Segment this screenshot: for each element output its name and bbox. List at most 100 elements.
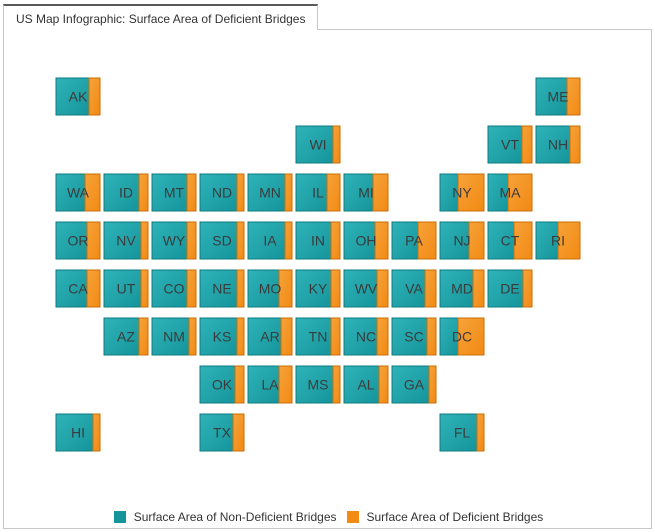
tile-label-nc: NC (356, 329, 376, 345)
tile-ri[interactable]: RI (535, 221, 581, 260)
tile-nj[interactable]: NJ (439, 221, 485, 260)
bar-deficient-la[interactable] (278, 365, 293, 404)
tile-nh[interactable]: NH (535, 125, 581, 164)
bar-deficient-de[interactable] (522, 269, 533, 308)
bar-deficient-ne[interactable] (236, 269, 245, 308)
tile-co[interactable]: CO (151, 269, 197, 308)
bar-deficient-al[interactable] (378, 365, 389, 404)
tile-nc[interactable]: NC (343, 317, 389, 356)
tile-md[interactable]: MD (439, 269, 485, 308)
bar-deficient-ar[interactable] (280, 317, 293, 356)
bar-deficient-mt[interactable] (186, 173, 197, 212)
bar-deficient-sc[interactable] (426, 317, 437, 356)
bar-deficient-ok[interactable] (234, 365, 245, 404)
bar-deficient-ca[interactable] (86, 269, 101, 308)
tile-wa[interactable]: WA (55, 173, 101, 212)
tile-ne[interactable]: NE (199, 269, 245, 308)
bar-deficient-tn[interactable] (330, 317, 341, 356)
tile-la[interactable]: LA (247, 365, 293, 404)
bar-deficient-nj[interactable] (468, 221, 485, 260)
tile-sd[interactable]: SD (199, 221, 245, 260)
tile-ar[interactable]: AR (247, 317, 293, 356)
tile-vt[interactable]: VT (487, 125, 533, 164)
tile-tn[interactable]: TN (295, 317, 341, 356)
tile-ky[interactable]: KY (295, 269, 341, 308)
bar-deficient-ak[interactable] (88, 77, 101, 116)
tile-ia[interactable]: IA (247, 221, 293, 260)
bar-deficient-ks[interactable] (236, 317, 245, 356)
tile-ma[interactable]: MA (487, 173, 533, 212)
bar-deficient-ut[interactable] (140, 269, 149, 308)
tile-nm[interactable]: NM (151, 317, 197, 356)
tile-ak[interactable]: AK (55, 77, 101, 116)
tile-ms[interactable]: MS (295, 365, 341, 404)
bar-deficient-nm[interactable] (188, 317, 197, 356)
tile-sc[interactable]: SC (391, 317, 437, 356)
tile-fl[interactable]: FL (439, 413, 485, 452)
bar-deficient-id[interactable] (138, 173, 149, 212)
tile-nv[interactable]: NV (103, 221, 149, 260)
tile-label-ks: KS (213, 329, 232, 345)
bar-deficient-hi[interactable] (92, 413, 101, 452)
bar-deficient-wi[interactable] (332, 125, 341, 164)
tile-wy[interactable]: WY (151, 221, 197, 260)
bar-deficient-me[interactable] (566, 77, 581, 116)
bar-deficient-ga[interactable] (428, 365, 437, 404)
bar-deficient-ia[interactable] (284, 221, 293, 260)
tile-in[interactable]: IN (295, 221, 341, 260)
tile-wi[interactable]: WI (295, 125, 341, 164)
bar-deficient-co[interactable] (186, 269, 197, 308)
tile-id[interactable]: ID (103, 173, 149, 212)
tile-nd[interactable]: ND (199, 173, 245, 212)
tile-de[interactable]: DE (487, 269, 533, 308)
bar-deficient-ms[interactable] (332, 365, 341, 404)
bar-deficient-oh[interactable] (374, 221, 389, 260)
tab-us-map-infographic[interactable]: US Map Infographic: Surface Area of Defi… (3, 4, 319, 30)
bar-deficient-nv[interactable] (140, 221, 149, 260)
tile-wv[interactable]: WV (343, 269, 389, 308)
tile-oh[interactable]: OH (343, 221, 389, 260)
bar-deficient-mi[interactable] (372, 173, 389, 212)
bar-deficient-tx[interactable] (232, 413, 245, 452)
tile-tx[interactable]: TX (199, 413, 245, 452)
bar-deficient-vt[interactable] (521, 125, 533, 164)
bar-deficient-mn[interactable] (284, 173, 293, 212)
bar-deficient-az[interactable] (138, 317, 149, 356)
tile-ct[interactable]: CT (487, 221, 533, 260)
bar-deficient-wv[interactable] (376, 269, 389, 308)
tile-or[interactable]: OR (55, 221, 101, 260)
bar-deficient-or[interactable] (86, 221, 101, 260)
tile-ut[interactable]: UT (103, 269, 149, 308)
bar-deficient-sd[interactable] (236, 221, 245, 260)
tile-dc[interactable]: DC (439, 317, 485, 356)
tile-mt[interactable]: MT (151, 173, 197, 212)
tile-al[interactable]: AL (343, 365, 389, 404)
tile-va[interactable]: VA (391, 269, 437, 308)
legend-item-deficient[interactable]: Surface Area of Deficient Bridges (346, 510, 543, 524)
tile-ok[interactable]: OK (199, 365, 245, 404)
bar-deficient-nc[interactable] (376, 317, 389, 356)
tile-mi[interactable]: MI (343, 173, 389, 212)
tile-label-ut: UT (117, 281, 136, 297)
bar-deficient-wy[interactable] (186, 221, 197, 260)
tile-il[interactable]: IL (295, 173, 341, 212)
bar-deficient-nd[interactable] (236, 173, 245, 212)
tile-ks[interactable]: KS (199, 317, 245, 356)
tile-ny[interactable]: NY (439, 173, 485, 212)
bar-deficient-ky[interactable] (330, 269, 341, 308)
tile-me[interactable]: ME (535, 77, 581, 116)
tile-mn[interactable]: MN (247, 173, 293, 212)
bar-deficient-fl[interactable] (476, 413, 485, 452)
tile-ca[interactable]: CA (55, 269, 101, 308)
tile-hi[interactable]: HI (55, 413, 101, 452)
legend-item-non-deficient[interactable]: Surface Area of Non-Deficient Bridges (113, 510, 337, 524)
bar-deficient-nh[interactable] (569, 125, 581, 164)
tile-pa[interactable]: PA (391, 221, 437, 260)
tile-ga[interactable]: GA (391, 365, 437, 404)
tile-az[interactable]: AZ (103, 317, 149, 356)
bar-deficient-il[interactable] (326, 173, 341, 212)
bar-deficient-va[interactable] (424, 269, 437, 308)
tile-mo[interactable]: MO (247, 269, 293, 308)
bar-deficient-in[interactable] (330, 221, 341, 260)
bar-deficient-md[interactable] (472, 269, 485, 308)
